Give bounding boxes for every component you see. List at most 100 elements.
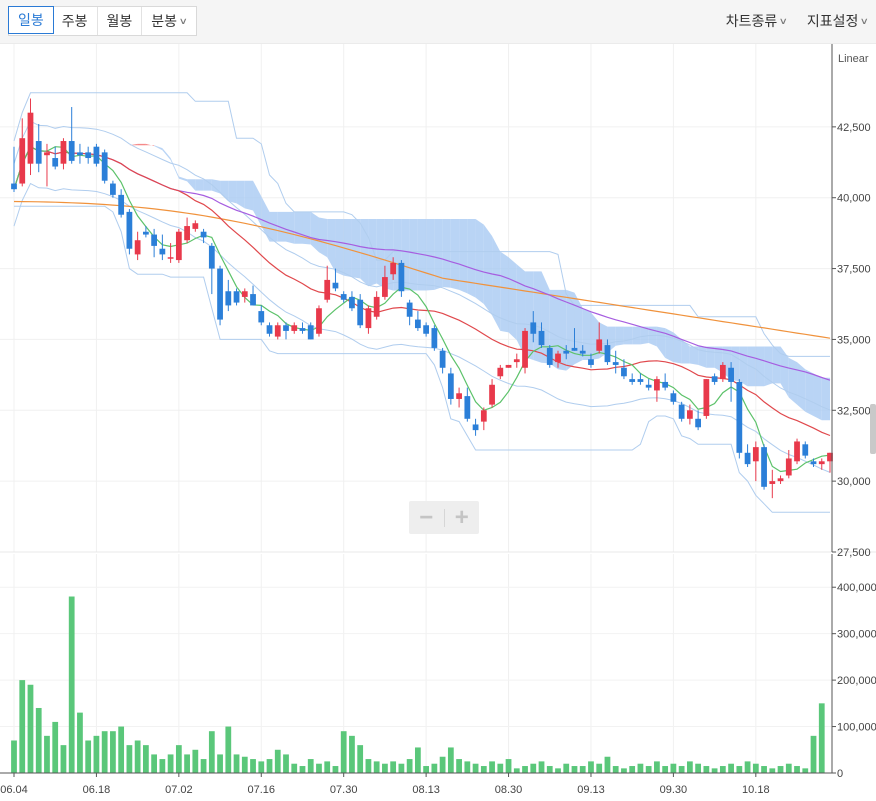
candle: [175, 228, 182, 263]
volume-bar: [283, 754, 289, 773]
chart-type-menu[interactable]: 차트종류 ∨: [726, 8, 788, 34]
chart-grid: [0, 44, 876, 774]
cloud-segment: [813, 373, 822, 421]
volume-bar: [728, 763, 734, 773]
cloud-segment: [286, 211, 295, 244]
candle-body: [522, 330, 528, 368]
volume-bar: [85, 740, 92, 773]
cloud-segment: [294, 211, 303, 244]
tab-weekly[interactable]: 주봉: [53, 7, 98, 35]
volume-bar: [637, 763, 644, 773]
cloud-segment: [492, 235, 501, 331]
candle-body: [777, 478, 784, 482]
cloud-segment: [623, 326, 633, 345]
volume-bar: [505, 759, 512, 773]
volume-bar: [390, 761, 397, 773]
candle-body: [464, 396, 471, 419]
candle-body: [546, 347, 553, 365]
candle-body: [604, 345, 611, 363]
candle-body: [283, 325, 289, 331]
candle-body: [241, 291, 248, 297]
candle-body: [728, 367, 734, 382]
chevron-down-icon: ∨: [178, 16, 188, 26]
volume-bar: [184, 754, 190, 773]
candle-body: [167, 257, 174, 259]
volume-bar: [794, 766, 800, 773]
volume-bar: [316, 763, 322, 773]
volume-bar: [307, 759, 314, 773]
candle-body: [299, 328, 306, 331]
candle-body: [489, 384, 495, 405]
tab-minute[interactable]: 분봉 ∨: [142, 7, 195, 35]
volume-bar: [588, 761, 594, 773]
volume-bar: [142, 745, 149, 773]
volume-bar: [35, 707, 42, 773]
cloud-segment: [508, 257, 517, 341]
cloud-segment: [318, 217, 328, 258]
volume-bar: [406, 759, 413, 773]
cloud-segment: [788, 357, 798, 405]
candle-body: [233, 291, 240, 303]
candle: [217, 265, 223, 326]
volume-bar: [27, 684, 34, 773]
volume-bar: [761, 766, 767, 773]
candle: [546, 345, 553, 368]
candle-body: [423, 325, 430, 334]
candle-body: [340, 294, 347, 300]
price-tick-label: 30,000: [837, 476, 871, 488]
volume-tick-label: 200,000: [837, 675, 876, 687]
candle-body: [571, 347, 578, 351]
cloud-segment: [747, 346, 756, 387]
candle-body: [118, 194, 125, 215]
tab-daily[interactable]: 일봉: [8, 6, 54, 34]
volume-bar: [472, 763, 479, 773]
scrollbar-thumb[interactable]: [870, 404, 876, 454]
candle-body: [480, 410, 487, 422]
chevron-down-icon: ∨: [860, 16, 870, 26]
plus-icon: +: [454, 503, 469, 531]
candle-body: [200, 231, 207, 238]
candle: [126, 209, 133, 255]
time-tick-label: 08.13: [412, 784, 440, 796]
stock-chart[interactable]: 42,500 40,000 37,500 35,000 32,500 30,000 27,5…: [0, 44, 876, 801]
candle-body: [11, 183, 17, 190]
volume-bar: [110, 731, 116, 773]
candle-body: [373, 296, 380, 317]
zoom-in-button[interactable]: +: [445, 501, 480, 534]
candle: [431, 325, 438, 351]
volume-bar: [324, 761, 331, 773]
volume-tick-label: 300,000: [837, 629, 876, 641]
cloud-segment: [409, 218, 418, 291]
volume-bar: [744, 761, 751, 773]
price-tick-label: 32,500: [837, 405, 871, 417]
candle: [703, 379, 710, 419]
volume-bar: [431, 763, 438, 773]
candle-body: [431, 328, 438, 348]
time-tick-label: 08.30: [495, 784, 523, 796]
tab-monthly[interactable]: 월봉: [98, 7, 143, 35]
volume-bar: [810, 735, 817, 773]
candle-body: [497, 367, 504, 377]
candle-body: [802, 444, 809, 456]
time-tick-label: 09.30: [660, 784, 688, 796]
indicator-settings-menu[interactable]: 지표설정 ∨: [807, 8, 870, 34]
candle-body: [316, 308, 322, 334]
cloud-segment: [615, 326, 624, 346]
candle-body: [142, 231, 149, 235]
volume-tick-label: 0: [837, 768, 843, 780]
candle-body: [439, 350, 446, 368]
volume-bar: [68, 596, 75, 773]
volume-bar: [77, 712, 83, 773]
price-panel: [0, 44, 832, 552]
zoom-out-button[interactable]: −: [409, 501, 444, 534]
volume-bar: [373, 761, 380, 773]
volume-bar: [44, 735, 50, 773]
volume-bar: [579, 766, 586, 773]
volume-bar: [497, 763, 504, 773]
volume-bar: [200, 759, 207, 773]
candle-body: [711, 376, 718, 382]
price-tick-label: 27,500: [837, 547, 871, 559]
volume-bar: [208, 731, 215, 773]
candle-body: [175, 231, 182, 261]
candle-body: [472, 424, 479, 431]
